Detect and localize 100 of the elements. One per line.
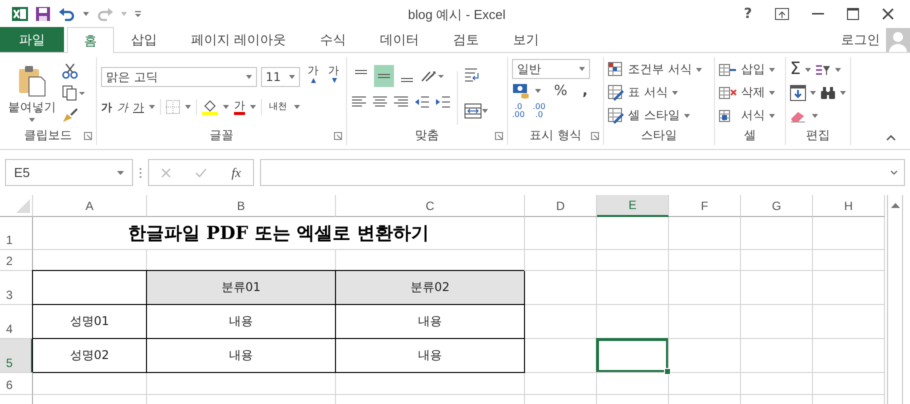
conditional-format-icon[interactable] [608, 62, 624, 78]
caret-icon[interactable] [149, 105, 155, 109]
brush-icon[interactable] [62, 107, 78, 123]
bold-button[interactable]: 가 [101, 100, 112, 114]
selected-cell[interactable] [597, 339, 669, 373]
column-header[interactable]: E [597, 195, 669, 217]
merge-cells-icon[interactable] [464, 103, 482, 119]
caret-icon[interactable] [840, 90, 846, 94]
row-header[interactable]: 3 [0, 271, 33, 305]
ribbon-tab[interactable]: 수식 [303, 27, 364, 52]
column-header[interactable]: C [336, 195, 525, 217]
paste-button[interactable]: 붙여넣기 [4, 60, 60, 122]
font-color-button[interactable]: 가 [234, 100, 245, 114]
currency-icon[interactable] [512, 83, 530, 99]
column-header[interactable]: H [813, 195, 885, 217]
center-align-icon[interactable] [372, 95, 388, 109]
caret-icon[interactable] [804, 68, 811, 72]
font-size-dropdown[interactable]: 11 [260, 67, 300, 87]
sign-in-link[interactable]: 로그인 [841, 30, 880, 48]
scroll-up-icon[interactable] [891, 203, 900, 208]
right-align-icon[interactable] [393, 95, 409, 109]
ribbon-display-icon[interactable] [775, 8, 789, 20]
caret-icon[interactable] [672, 90, 678, 94]
row-header[interactable]: 2 [0, 250, 33, 271]
border-icon[interactable] [166, 100, 180, 114]
vertical-scrollbar[interactable] [887, 195, 903, 404]
increase-decimal-button[interactable]: .0 .00 [512, 103, 525, 119]
name-box[interactable]: E5 [5, 159, 133, 186]
increase-indent-icon[interactable] [435, 95, 451, 109]
caret-icon[interactable] [769, 90, 775, 94]
dialog-launcher-icon[interactable] [334, 132, 342, 140]
dialog-launcher-icon[interactable] [591, 132, 599, 140]
close-icon[interactable] [882, 8, 894, 20]
fill-down-icon[interactable] [790, 84, 806, 100]
ribbon-tab[interactable]: 페이지 레이아웃 [174, 27, 304, 52]
phonetic-guide-button[interactable]: 내천 [267, 102, 289, 112]
minimize-icon[interactable] [812, 12, 824, 14]
insert-button[interactable]: 삽입 [741, 61, 765, 78]
expand-icon[interactable] [890, 170, 898, 175]
scissors-icon[interactable] [62, 63, 78, 79]
ribbon-tab[interactable]: 삽입 [114, 27, 174, 52]
ribbon-tab[interactable]: 홈 [67, 27, 114, 53]
column-header[interactable]: F [669, 195, 741, 217]
fill-color-icon[interactable] [202, 99, 218, 115]
left-align-icon[interactable] [351, 95, 367, 109]
save-icon[interactable] [35, 6, 51, 22]
caret-icon[interactable] [696, 68, 702, 72]
caret-icon[interactable] [83, 12, 89, 16]
autosum-button[interactable]: Σ [790, 61, 801, 78]
shrink-font-button[interactable]: 가 [325, 63, 342, 91]
maximize-icon[interactable] [847, 8, 859, 20]
binoculars-icon[interactable] [820, 86, 836, 100]
formula-input[interactable] [260, 159, 905, 186]
caret-icon[interactable] [684, 114, 690, 118]
format-button[interactable]: 서식 [741, 107, 765, 124]
caret-icon[interactable] [834, 68, 841, 72]
italic-button[interactable]: 가 [117, 100, 128, 114]
cell-styles-button[interactable]: 셀 스타일 [628, 107, 680, 124]
undo-icon[interactable] [58, 6, 76, 20]
underline-button[interactable]: 가 [133, 100, 144, 114]
collapse-ribbon-icon[interactable] [886, 135, 896, 141]
row-header[interactable]: 6 [0, 373, 33, 395]
file-tab[interactable]: 파일 [0, 27, 64, 52]
decrease-decimal-button[interactable]: .00 .0 [532, 103, 546, 119]
caret-icon[interactable] [294, 105, 300, 109]
column-header[interactable]: B [147, 195, 336, 217]
caret-icon[interactable] [769, 68, 775, 72]
ribbon-tab[interactable]: 보기 [496, 27, 556, 52]
percent-button[interactable]: % [554, 83, 568, 99]
delete-button[interactable]: 삭제 [741, 84, 765, 101]
check-icon[interactable] [195, 168, 208, 178]
caret-icon[interactable] [185, 105, 191, 109]
caret-icon[interactable] [810, 90, 816, 94]
caret-icon[interactable] [535, 89, 541, 93]
caret-icon[interactable] [812, 114, 818, 118]
caret-icon[interactable] [769, 114, 775, 118]
text-orientation-icon[interactable] [420, 69, 444, 83]
caret-icon[interactable] [223, 105, 229, 109]
insert-function-button[interactable]: fx [232, 164, 241, 180]
column-header[interactable]: G [741, 195, 813, 217]
help-button[interactable]: ? [744, 6, 752, 22]
sort-filter-icon[interactable] [814, 62, 831, 76]
conditional-formatting-button[interactable]: 조건부 서식 [628, 61, 692, 78]
dialog-launcher-icon[interactable] [84, 132, 92, 140]
ribbon-tab[interactable]: 데이터 [363, 27, 436, 52]
drag-handle-icon[interactable] [139, 166, 142, 178]
grow-font-button[interactable]: 가 [304, 63, 322, 91]
table-format-icon[interactable] [608, 108, 624, 124]
comma-button[interactable]: , [582, 83, 588, 99]
row-header[interactable]: 1 [0, 217, 33, 250]
ribbon-tab[interactable]: 검토 [436, 27, 496, 52]
caret-icon[interactable] [250, 105, 256, 109]
row-header[interactable]: 5 [0, 339, 33, 373]
decrease-indent-icon[interactable] [414, 95, 430, 109]
number-format-dropdown[interactable]: 일반 [512, 59, 590, 79]
caret-icon[interactable] [482, 109, 488, 113]
delete-cells-icon[interactable] [719, 84, 737, 100]
format-as-table-button[interactable]: 표 서식 [628, 84, 668, 101]
dialog-launcher-icon[interactable] [495, 132, 503, 140]
insert-cells-icon[interactable] [719, 62, 737, 78]
